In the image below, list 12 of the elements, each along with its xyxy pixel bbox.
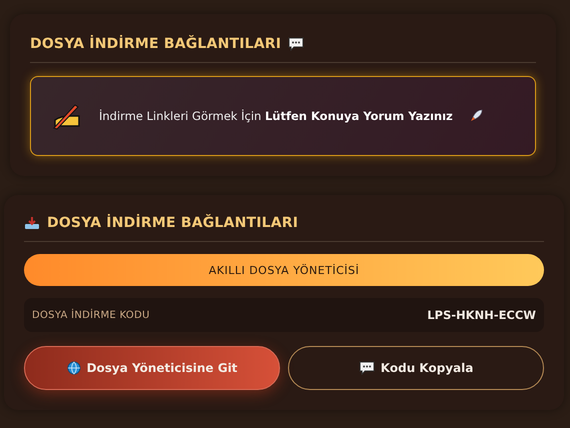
code-value: LPS-HKNH-ECCW bbox=[427, 308, 536, 322]
notice-text: İndirme Linkleri Görmek İçin Lütfen Konuya Yorum Yazınız bbox=[99, 109, 453, 123]
file-manager-banner: AKILLI DOSYA YÖNETİCİSİ bbox=[24, 254, 544, 286]
inbox-tray-icon bbox=[24, 216, 40, 230]
speech-bubble-icon bbox=[288, 37, 304, 51]
speech-bubble-icon bbox=[358, 361, 375, 375]
panel-title: DOSYA İNDİRME BAĞLANTILARI bbox=[30, 36, 282, 52]
globe-icon bbox=[66, 361, 81, 375]
code-label: DOSYA İNDİRME KODU bbox=[32, 310, 150, 320]
panel-title: DOSYA İNDİRME BAĞLANTILARI bbox=[47, 215, 298, 231]
copy-code-button[interactable]: Kodu Kopyala bbox=[288, 346, 544, 390]
file-manager-button[interactable]: Dosya Yöneticisine Git bbox=[24, 346, 280, 390]
